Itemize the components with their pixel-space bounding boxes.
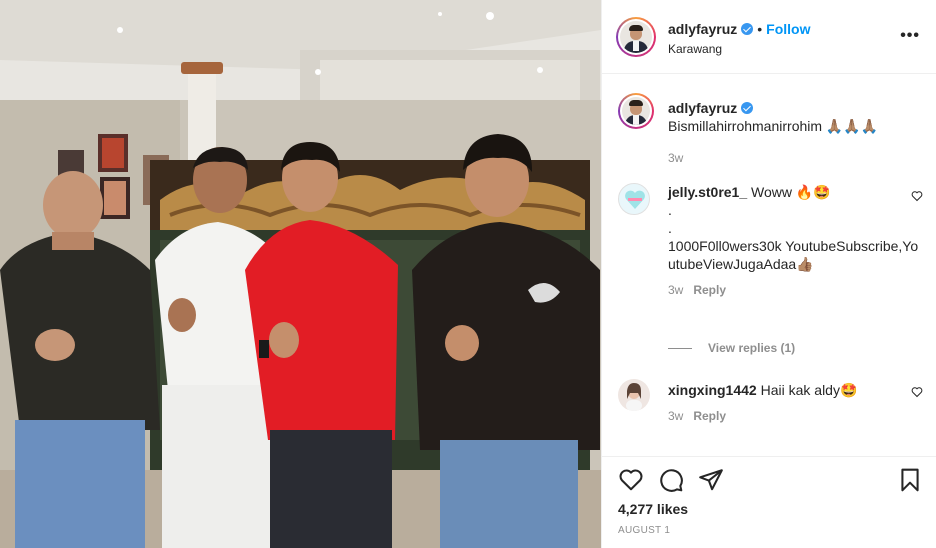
photo-scene (0, 0, 601, 548)
commenter-avatar[interactable] (618, 379, 650, 411)
caption-text: Bismillahirrohmanirrohim 🙏🏽🙏🏽🙏🏽 (668, 118, 879, 134)
comments-list[interactable]: adlyfayruz Bismillahirrohmanirrohim 🙏🏽🙏🏽… (602, 75, 936, 456)
post-photo[interactable] (0, 0, 601, 548)
verified-badge-icon (741, 102, 754, 114)
comment-icon[interactable] (658, 467, 684, 496)
commenter-avatar[interactable] (618, 183, 650, 215)
divider-line (668, 348, 692, 350)
view-replies-label: View replies (1) (708, 341, 796, 355)
commenter-username[interactable]: jelly.st0re1_ (668, 184, 747, 200)
post-date[interactable]: AUGUST 1 (618, 525, 670, 536)
comment-text-line: 1000F0ll0wers30k YoutubeSubscribe,Youtub… (668, 238, 919, 272)
caption-time[interactable]: 3w (668, 151, 683, 165)
caption-author-avatar[interactable] (618, 93, 654, 129)
likes-count[interactable]: 4,277 likes (618, 501, 688, 517)
author-username[interactable]: adlyfayruz (668, 21, 737, 37)
author-info: adlyfayruz • Follow (668, 20, 810, 38)
comment-text-line: . (668, 220, 672, 236)
post-location[interactable]: Karawang (668, 42, 722, 56)
reply-button[interactable]: Reply (693, 283, 726, 297)
commenter-username[interactable]: xingxing1442 (668, 382, 757, 398)
follow-button[interactable]: Follow (766, 21, 810, 37)
comment-time[interactable]: 3w (668, 409, 683, 423)
comment-text-line: Woww 🔥🤩 (751, 184, 831, 200)
heart-icon[interactable] (618, 467, 644, 496)
reply-button[interactable]: Reply (693, 409, 726, 423)
comment-like-heart-icon[interactable] (911, 385, 923, 401)
comment-row: xingxing1442 Haii kak aldy🤩 3w Reply (618, 379, 923, 423)
comment-text-line: Haii kak aldy🤩 (760, 382, 858, 398)
comment-row: jelly.st0re1_ Woww 🔥🤩 . . 1000F0ll0wers3… (618, 183, 923, 297)
more-options-icon[interactable]: ••• (900, 27, 920, 45)
comment-time[interactable]: 3w (668, 283, 683, 297)
verified-badge-icon (741, 23, 754, 35)
bookmark-icon[interactable] (897, 467, 923, 496)
post-actions: 4,277 likes AUGUST 1 (602, 456, 936, 548)
share-icon[interactable] (698, 467, 724, 496)
separator-dot: • (757, 21, 763, 37)
author-avatar[interactable] (616, 17, 656, 57)
view-replies-button[interactable]: View replies (1) (668, 341, 795, 355)
caption-username[interactable]: adlyfayruz (668, 100, 737, 116)
post-header: adlyfayruz • Follow Karawang ••• (602, 0, 936, 74)
caption-row: adlyfayruz Bismillahirrohmanirrohim 🙏🏽🙏🏽… (618, 93, 923, 165)
post-side-panel: adlyfayruz • Follow Karawang ••• adlyfayru… (601, 0, 936, 548)
comment-like-heart-icon[interactable] (911, 189, 923, 205)
comment-text-line: . (668, 202, 672, 218)
